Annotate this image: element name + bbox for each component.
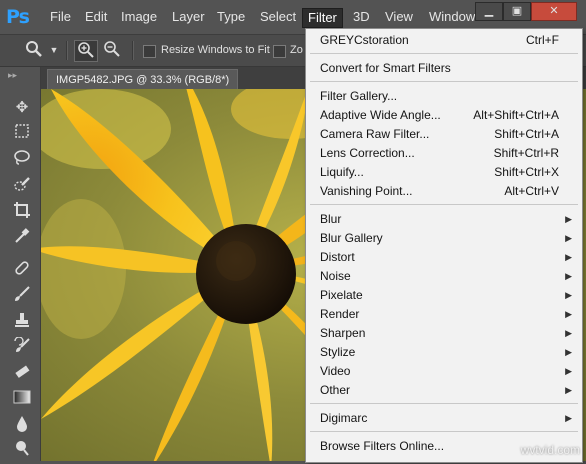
menu-item-render[interactable]: Render ▶ <box>307 305 581 324</box>
menu-layer[interactable]: Layer <box>167 8 210 26</box>
zoom-all-windows-checkbox[interactable] <box>273 45 286 58</box>
healing-brush-tool-icon[interactable] <box>9 259 35 281</box>
menu-separator <box>310 204 578 205</box>
menu-item-liquify[interactable]: Liquify... Shift+Ctrl+X <box>307 163 581 182</box>
submenu-arrow-icon: ▶ <box>565 385 572 395</box>
menu-3d[interactable]: 3D <box>348 8 375 26</box>
menu-select[interactable]: Select <box>255 8 301 26</box>
restore-icon: ▣ <box>511 5 523 17</box>
menu-item-stylize[interactable]: Stylize ▶ <box>307 343 581 362</box>
document-tab[interactable]: IMGP5482.JPG @ 33.3% (RGB/8*) <box>47 69 239 90</box>
menu-item-video[interactable]: Video ▶ <box>307 362 581 381</box>
menu-image[interactable]: Image <box>116 8 162 26</box>
resize-windows-checkbox[interactable] <box>143 45 156 58</box>
lasso-tool-icon[interactable] <box>9 149 35 171</box>
history-brush-tool-icon[interactable] <box>9 336 35 359</box>
menu-item-lens-correction[interactable]: Lens Correction... Shift+Ctrl+R <box>307 144 581 163</box>
zoom-tool-preset-icon[interactable] <box>24 40 44 60</box>
menu-item-pixelate[interactable]: Pixelate ▶ <box>307 286 581 305</box>
submenu-arrow-icon: ▶ <box>565 252 572 262</box>
menu-separator <box>310 431 578 432</box>
menu-item-vanishing-point[interactable]: Vanishing Point... Alt+Ctrl+V <box>307 182 581 201</box>
submenu-arrow-icon: ▶ <box>565 328 572 338</box>
gradient-tool-icon[interactable] <box>9 389 35 411</box>
zoom-out-icon[interactable] <box>101 40 123 60</box>
menu-item-blur[interactable]: Blur ▶ <box>307 210 581 229</box>
submenu-arrow-icon: ▶ <box>565 366 572 376</box>
eraser-tool-icon[interactable] <box>9 363 35 385</box>
move-tool-icon[interactable]: ✥ <box>9 97 35 119</box>
menu-view[interactable]: View <box>380 8 418 26</box>
tool-preset-dropdown-icon[interactable]: ▼ <box>48 40 60 60</box>
restore-button[interactable]: ▣ <box>503 2 531 21</box>
brush-tool-icon[interactable] <box>9 285 35 307</box>
clone-stamp-tool-icon[interactable] <box>9 311 35 333</box>
crop-tool-icon[interactable] <box>9 201 35 223</box>
menu-item-noise[interactable]: Noise ▶ <box>307 267 581 286</box>
submenu-arrow-icon: ▶ <box>565 290 572 300</box>
close-icon: ✕ <box>549 5 559 17</box>
blur-tool-icon[interactable] <box>9 415 35 437</box>
menu-separator <box>310 53 578 54</box>
filter-menu: GREYCstoration Ctrl+F Convert for Smart … <box>305 28 583 463</box>
menu-item-blur-gallery[interactable]: Blur Gallery ▶ <box>307 229 581 248</box>
menu-item-filter-gallery[interactable]: Filter Gallery... <box>307 87 581 106</box>
menu-separator <box>310 403 578 404</box>
zoom-all-windows-label: Zo <box>290 44 303 56</box>
resize-windows-label: Resize Windows to Fit <box>161 44 270 56</box>
menu-item-digimarc[interactable]: Digimarc ▶ <box>307 409 581 428</box>
menu-separator <box>310 81 578 82</box>
menu-type[interactable]: Type <box>212 8 250 26</box>
quick-selection-tool-icon[interactable] <box>9 175 35 197</box>
submenu-arrow-icon: ▶ <box>565 214 572 224</box>
submenu-arrow-icon: ▶ <box>565 271 572 281</box>
dodge-tool-icon[interactable] <box>9 439 35 461</box>
zoom-in-icon[interactable] <box>74 40 98 62</box>
menu-window[interactable]: Window <box>424 8 480 26</box>
menu-file[interactable]: File <box>45 8 76 26</box>
collapse-panel-icon[interactable]: ▸▸ <box>8 70 17 81</box>
menu-item-greycstoration[interactable]: GREYCstoration Ctrl+F <box>307 31 581 50</box>
menu-item-camera-raw-filter[interactable]: Camera Raw Filter... Shift+Ctrl+A <box>307 125 581 144</box>
watermark: wvtvid.com <box>520 443 580 457</box>
submenu-arrow-icon: ▶ <box>565 233 572 243</box>
menu-item-adaptive-wide-angle[interactable]: Adaptive Wide Angle... Alt+Shift+Ctrl+A <box>307 106 581 125</box>
options-divider <box>132 41 134 60</box>
tools-panel: ▸▸ ✥ <box>0 67 41 461</box>
minimize-icon: ▁ <box>484 5 494 17</box>
menu-item-other[interactable]: Other ▶ <box>307 381 581 400</box>
close-button[interactable]: ✕ <box>531 2 577 21</box>
submenu-arrow-icon: ▶ <box>565 347 572 357</box>
menu-edit[interactable]: Edit <box>80 8 112 26</box>
photoshop-logo: Ps <box>6 6 30 28</box>
menu-item-sharpen[interactable]: Sharpen ▶ <box>307 324 581 343</box>
submenu-arrow-icon: ▶ <box>565 309 572 319</box>
menu-item-convert-smart-filters[interactable]: Convert for Smart Filters <box>307 59 581 78</box>
menu-filter[interactable]: Filter <box>302 8 343 28</box>
submenu-arrow-icon: ▶ <box>565 413 572 423</box>
marquee-tool-icon[interactable] <box>9 123 35 145</box>
options-divider <box>66 41 68 60</box>
eyedropper-tool-icon[interactable] <box>9 227 35 249</box>
minimize-button[interactable]: ▁ <box>475 2 503 21</box>
menu-item-distort[interactable]: Distort ▶ <box>307 248 581 267</box>
